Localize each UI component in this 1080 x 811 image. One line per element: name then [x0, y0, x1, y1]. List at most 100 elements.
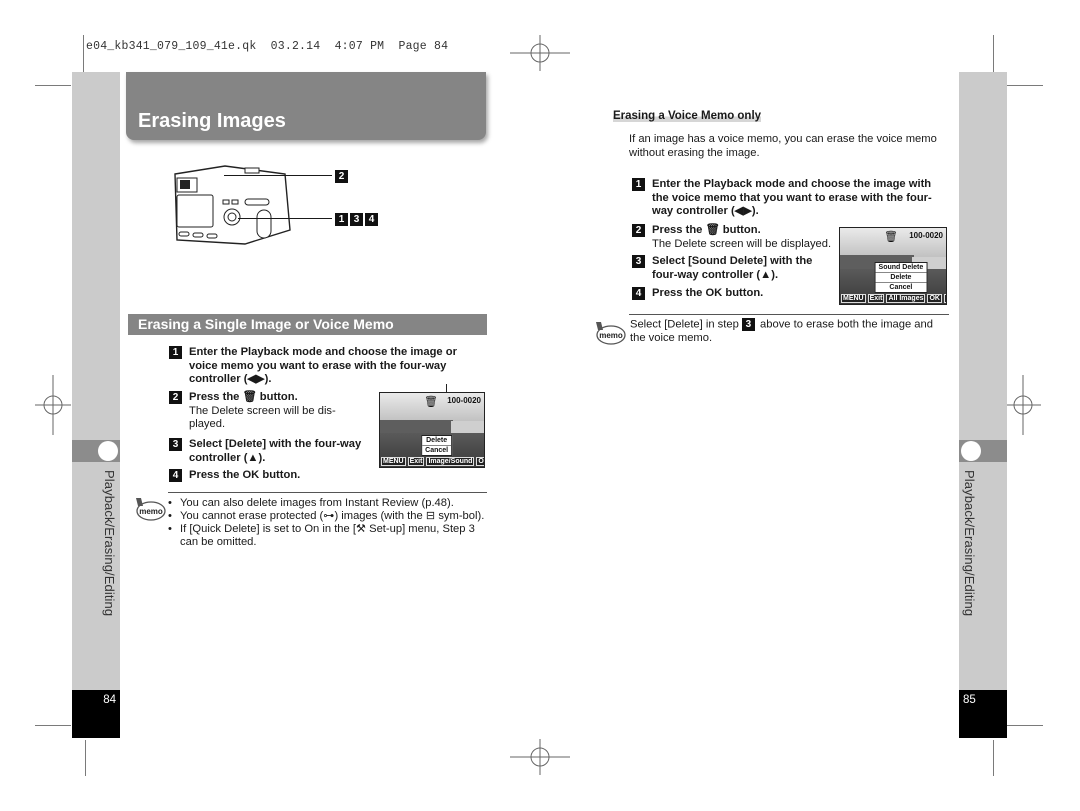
crop-mark — [35, 725, 71, 726]
lcd-menu-item: Cancel — [889, 284, 913, 291]
lcd-screen-delete: 🗑 100-0020 Delete Cancel MENU Exit Image/S… — [379, 392, 485, 468]
step-badge: 3 — [350, 213, 363, 227]
lcd-menu: Sound Delete Delete Cancel — [874, 262, 928, 293]
lcd-footer-item: Exit — [407, 457, 425, 466]
page-title: Erasing Images — [138, 110, 286, 132]
memo-icon: memo — [596, 322, 626, 345]
step-badge: 3 — [632, 255, 645, 268]
callout-line — [238, 218, 332, 219]
callout-line — [224, 175, 332, 176]
step-instruction: Press the 🗑 button. — [652, 224, 761, 236]
registration-mark-bottom — [510, 739, 570, 775]
step-badge: 1 — [169, 346, 182, 359]
crop-mark — [993, 35, 994, 72]
right-page-number: 85 — [959, 690, 1007, 738]
lcd-file-number: 100-0020 — [447, 396, 481, 405]
step-4: 4 Press the OK button. — [169, 469, 369, 483]
step-instruction: Press the OK button. — [652, 287, 764, 299]
slug-page: Page 84 — [398, 40, 449, 53]
step-instruction: Select [Sound Delete] with the four-way … — [652, 255, 813, 281]
lcd-file-number: 100-0020 — [909, 231, 943, 240]
crop-mark — [83, 35, 84, 72]
lcd-footer: MENUExitAll ImagesOKOk — [840, 294, 946, 303]
crop-mark — [1007, 725, 1043, 726]
lcd-menu-item: Delete — [875, 273, 927, 283]
lcd-footer-item: All Images — [886, 294, 926, 303]
lcd-footer-item: MENU — [381, 457, 406, 466]
step-badge: 4 — [632, 287, 645, 300]
slug-time: 4:07 PM — [334, 40, 385, 53]
callout-badges-2: 2 — [335, 168, 350, 186]
memo-divider — [629, 314, 949, 315]
memo-bullet: You can also delete images from Instant … — [168, 497, 488, 510]
sub-heading: Erasing a Voice Memo only — [613, 110, 762, 122]
lcd-footer-item: OK — [476, 457, 484, 466]
lcd-footer: MENUExitImage/SoundOKOk — [380, 457, 484, 466]
lcd-menu-item: Delete — [422, 436, 452, 446]
step-instruction: Enter the Playback mode and choose the i… — [652, 178, 932, 217]
camera-illustration — [174, 165, 291, 245]
step-instruction: Enter the Playback mode and choose the i… — [189, 346, 457, 385]
crop-mark — [35, 85, 71, 86]
lcd-footer-item: Exit — [867, 294, 885, 303]
section-heading-bar: Erasing a Single Image or Voice Memo — [128, 314, 487, 335]
page-number-text: 84 — [103, 694, 116, 706]
lcd-footer-item: OK — [927, 294, 942, 303]
step-4: 4 Press the OK button. — [632, 287, 822, 301]
memo-icon: memo — [136, 498, 166, 521]
step-2: 2 Press the 🗑 button. The Delete screen … — [169, 391, 369, 432]
lcd-footer-item: Ok — [943, 294, 946, 303]
page-number-text: 85 — [963, 694, 976, 706]
crop-mark — [993, 740, 994, 776]
step-2: 2 Press the 🗑 button. The Delete screen … — [632, 224, 837, 251]
step-3: 3 Select [Sound Delete] with the four-wa… — [632, 255, 822, 282]
memo-bullet: You cannot erase protected (⊶) images (w… — [168, 510, 488, 523]
step-badge: 2 — [632, 224, 645, 237]
registration-mark-top — [510, 35, 570, 71]
memo-text-pre: Select [Delete] in step — [630, 318, 739, 331]
memo-bullet: If [Quick Delete] is set to On in the [⚒… — [168, 523, 488, 549]
lcd-menu-item: Sound Delete — [875, 263, 927, 273]
memo-text: Select [Delete] in step 3 above to erase… — [630, 318, 950, 345]
crop-mark — [85, 740, 86, 776]
step-1: 1 Enter the Playback mode and choose the… — [632, 178, 950, 219]
step-badge: 3 — [741, 318, 755, 331]
step-badge: 3 — [169, 438, 182, 451]
step-note: The Delete screen will be dis-played. — [189, 404, 336, 431]
step-3: 3 Select [Delete] with the four-way cont… — [169, 438, 369, 465]
step-badge: 1 — [335, 213, 348, 227]
step-badge: 2 — [169, 391, 182, 404]
section-heading: Erasing a Single Image or Voice Memo — [138, 316, 394, 332]
lcd-footer-item: Image/Sound — [426, 457, 475, 466]
slug-date: 03.2.14 — [270, 40, 321, 53]
print-slug: e04_kb341_079_109_41e.qk 03.2.14 4:07 PM… — [86, 40, 448, 53]
right-side-tab — [959, 440, 1007, 462]
left-page-number: 84 — [72, 690, 120, 738]
step-badge: 4 — [365, 213, 378, 227]
step-badge: 1 — [632, 178, 645, 191]
callout-badges-134: 134 — [335, 211, 380, 229]
lcd-footer-item: MENU — [841, 294, 866, 303]
left-side-tab — [72, 440, 120, 462]
lcd-menu: Delete Cancel — [421, 435, 453, 456]
memo-divider — [168, 492, 487, 493]
crop-mark — [1007, 85, 1043, 86]
page-title-bar: Erasing Images — [126, 72, 486, 140]
step-instruction: Press the OK button. — [189, 469, 301, 481]
svg-text:memo: memo — [139, 507, 163, 516]
step-1: 1 Enter the Playback mode and choose the… — [169, 346, 487, 387]
trash-icon: 🗑 — [424, 396, 438, 408]
lcd-menu-item: Cancel — [425, 447, 449, 454]
step-badge: 2 — [335, 170, 348, 184]
intro-paragraph: If an image has a voice memo, you can er… — [629, 133, 937, 159]
step-badge: 4 — [169, 469, 182, 482]
right-side-label: Playback/Erasing/Editing — [962, 470, 977, 617]
step-instruction: Press the 🗑 button. — [189, 391, 298, 403]
left-side-label: Playback/Erasing/Editing — [102, 470, 117, 617]
memo-bullets: You can also delete images from Instant … — [168, 497, 488, 549]
svg-text:memo: memo — [599, 331, 623, 340]
lcd-screen-sound-delete: 🗑 100-0020 Sound Delete Delete Cancel ME… — [839, 227, 947, 305]
step-note: The Delete screen will be displayed. — [652, 237, 832, 250]
trash-icon: 🗑 — [884, 231, 898, 243]
step-instruction: Select [Delete] with the four-way contro… — [189, 438, 362, 464]
